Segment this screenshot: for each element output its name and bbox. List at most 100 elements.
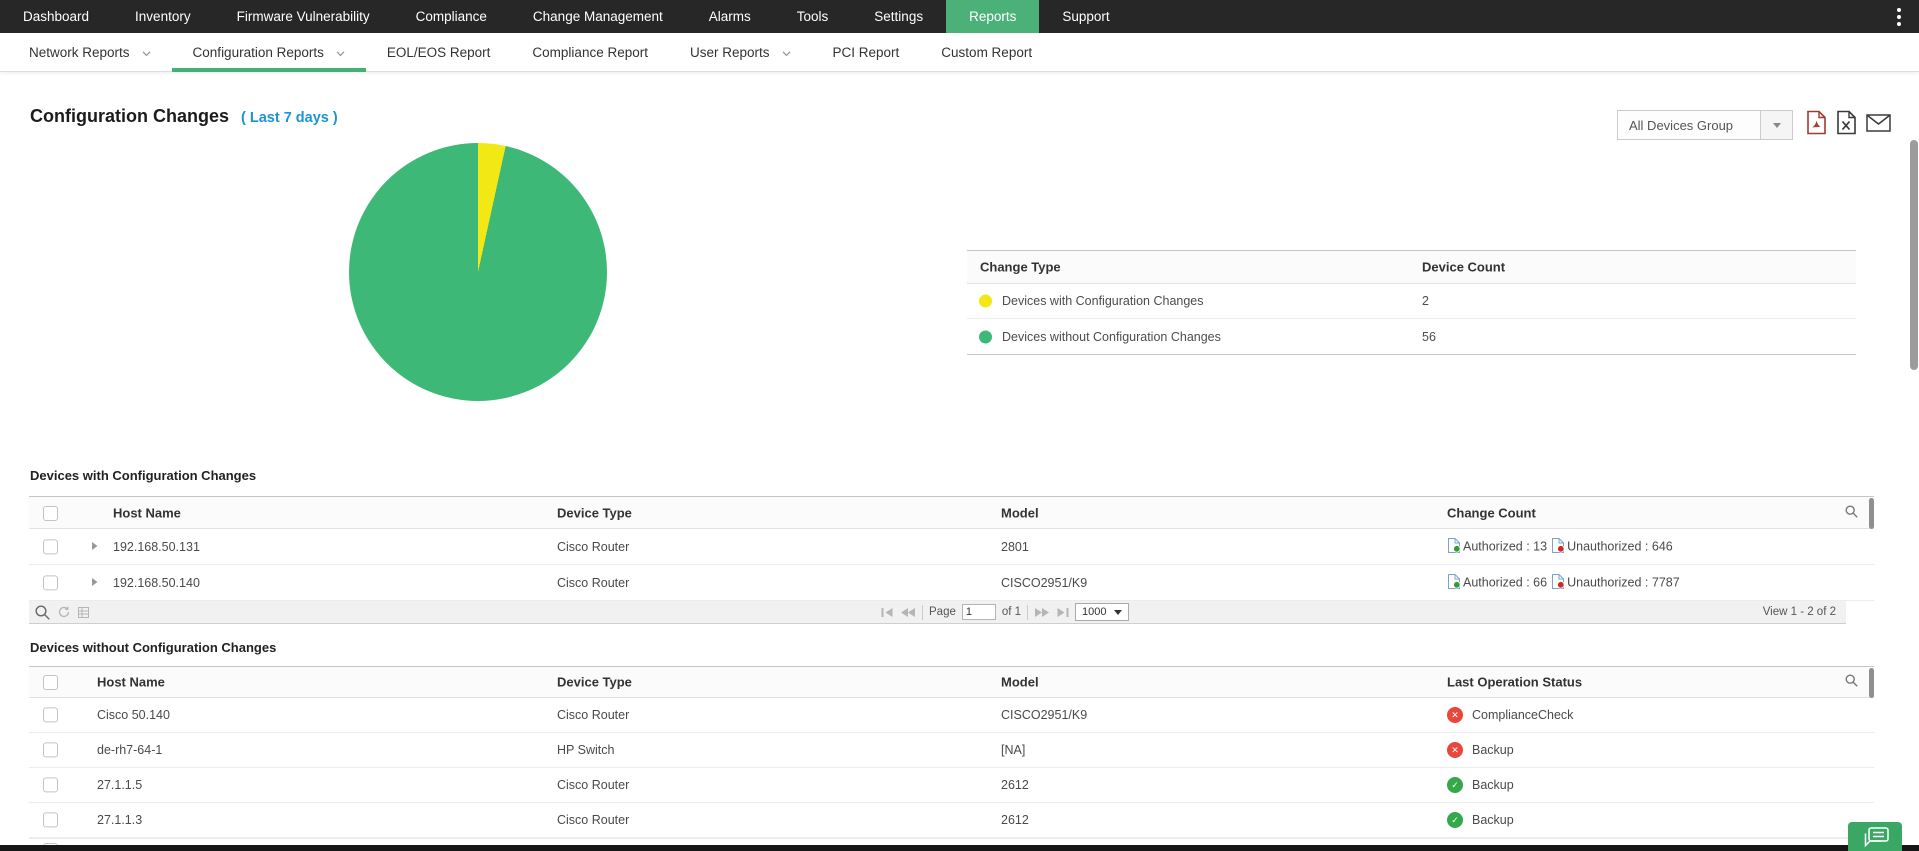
subnav-item-label: User Reports xyxy=(689,44,770,60)
legend-table-header: Change Type Device Count xyxy=(967,251,1856,284)
column-chooser-icon[interactable] xyxy=(78,606,89,618)
column-header-host-name: Host Name xyxy=(97,674,165,690)
pie-chart xyxy=(349,143,607,401)
topnav-item-compliance[interactable]: Compliance xyxy=(393,0,510,33)
topnav-item-change-management[interactable]: Change Management xyxy=(510,0,686,33)
table-scrollbar-thumb[interactable] xyxy=(1869,498,1874,529)
prev-page-icon[interactable] xyxy=(900,607,916,618)
legend-count: 56 xyxy=(1422,329,1436,344)
row-checkbox[interactable] xyxy=(43,812,58,828)
select-all-checkbox[interactable] xyxy=(43,505,58,521)
with-changes-table-header: Host Name Device Type Model Change Count xyxy=(29,496,1874,529)
pdf-export-icon[interactable] xyxy=(1806,110,1827,135)
device-group-dropdown[interactable]: All Devices Group xyxy=(1617,110,1793,140)
export-toolbar xyxy=(1806,110,1891,135)
report-period-link[interactable]: ( Last 7 days ) xyxy=(241,110,338,126)
refresh-icon[interactable] xyxy=(58,606,70,618)
chevron-down-icon xyxy=(770,45,791,60)
status-success-icon: ✓ xyxy=(1447,812,1463,828)
column-header-device-type: Device Type xyxy=(557,505,632,520)
authorized-count: Authorized : 66 xyxy=(1463,575,1548,590)
email-export-icon[interactable] xyxy=(1866,113,1891,132)
topnav-item-settings[interactable]: Settings xyxy=(851,0,946,33)
subnav-item-network-reports[interactable]: Network Reports xyxy=(8,33,172,71)
subnav-item-configuration-reports[interactable]: Configuration Reports xyxy=(171,33,367,72)
expand-row-icon[interactable] xyxy=(91,576,98,590)
chevron-down-icon xyxy=(324,45,345,60)
page-size-value: 1000 xyxy=(1082,606,1107,618)
last-operation-status-cell: ✓ Backup xyxy=(1447,777,1514,793)
column-header-device-type: Device Type xyxy=(557,674,632,690)
status-failure-icon: ✕ xyxy=(1447,707,1463,723)
host-name-cell: 192.168.50.140 xyxy=(113,575,200,590)
excel-export-icon[interactable] xyxy=(1836,110,1857,135)
page-scrollbar-thumb[interactable] xyxy=(1910,140,1918,370)
expand-row-icon[interactable] xyxy=(91,540,98,554)
unauthorized-count: Unauthorized : 646 xyxy=(1567,539,1673,554)
topnav-item-inventory[interactable]: Inventory xyxy=(112,0,214,33)
chevron-down-icon xyxy=(130,45,151,60)
table-row: 27.1.1.5 Cisco Router 2612 ✓ Backup xyxy=(29,768,1874,803)
subnav-item-custom-report[interactable]: Custom Report xyxy=(920,33,1053,71)
page-number-input[interactable] xyxy=(961,604,996,620)
chat-bubbles-icon xyxy=(1864,827,1889,848)
host-name-cell: Cisco 50.140 xyxy=(97,708,170,722)
unauthorized-count: Unauthorized : 7787 xyxy=(1567,575,1680,590)
subnav-item-user-reports[interactable]: User Reports xyxy=(669,33,812,71)
legend-label: Devices with Configuration Changes xyxy=(1002,294,1204,308)
row-checkbox[interactable] xyxy=(43,777,58,793)
topnav-item-reports[interactable]: Reports xyxy=(946,0,1040,33)
next-page-icon[interactable] xyxy=(1034,607,1050,618)
model-cell: 2612 xyxy=(1001,778,1029,792)
page-title: Configuration Changes xyxy=(30,106,229,126)
model-cell: [NA] xyxy=(1001,743,1026,757)
topnav-item-dashboard[interactable]: Dashboard xyxy=(0,0,112,33)
kebab-menu-icon[interactable] xyxy=(1879,0,1919,33)
row-checkbox[interactable] xyxy=(43,707,58,723)
host-name-cell: 27.1.1.3 xyxy=(97,813,143,827)
column-header-device-count: Device Count xyxy=(1422,259,1506,275)
subnav-item-label: Custom Report xyxy=(941,44,1033,60)
status-success-icon: ✓ xyxy=(1447,777,1463,793)
device-group-value: All Devices Group xyxy=(1629,117,1734,133)
chevron-down-icon xyxy=(1760,111,1792,139)
legend-color-dot xyxy=(979,330,992,343)
chat-widget-button[interactable] xyxy=(1848,822,1902,851)
topnav-item-firmware-vulnerability[interactable]: Firmware Vulnerability xyxy=(214,0,393,33)
subnav-item-compliance-report[interactable]: Compliance Report xyxy=(511,33,669,71)
legend-table: Change Type Device Count Devices with Co… xyxy=(967,250,1856,355)
model-cell: 2801 xyxy=(1001,539,1029,554)
topnav-item-tools[interactable]: Tools xyxy=(774,0,852,33)
column-header-change-count: Change Count xyxy=(1447,505,1536,520)
column-header-last-operation-status: Last Operation Status xyxy=(1447,674,1583,690)
row-checkbox[interactable] xyxy=(43,742,58,758)
main-nav: Dashboard Inventory Firmware Vulnerability… xyxy=(0,0,1919,33)
row-checkbox[interactable] xyxy=(43,575,58,591)
last-page-icon[interactable] xyxy=(1056,607,1069,618)
subnav-item-label: Network Reports xyxy=(29,44,130,60)
select-all-checkbox[interactable] xyxy=(43,675,58,691)
status-failure-icon: ✕ xyxy=(1447,742,1463,758)
table-scrollbar-thumb[interactable] xyxy=(1869,668,1874,698)
subnav-item-pci-report[interactable]: PCI Report xyxy=(812,33,921,71)
host-name-cell: 192.168.50.131 xyxy=(113,539,200,554)
page-size-select[interactable]: 1000 xyxy=(1075,603,1129,621)
authorized-change-icon xyxy=(1447,573,1461,592)
row-checkbox[interactable] xyxy=(43,539,58,555)
table-search-icon[interactable] xyxy=(35,604,50,620)
device-type-cell: Cisco Router xyxy=(557,813,630,827)
subnav-item-eol-eos-report[interactable]: EOL/EOS Report xyxy=(366,33,512,71)
search-icon[interactable] xyxy=(1845,674,1858,690)
table-row: de-rh7-64-1 HP Switch [NA] ✕ Backup xyxy=(29,733,1874,768)
without-changes-table-header: Host Name Device Type Model Last Operati… xyxy=(29,666,1874,698)
legend-label: Devices without Configuration Changes xyxy=(1002,329,1221,344)
topnav-item-support[interactable]: Support xyxy=(1039,0,1132,33)
subnav-item-label: EOL/EOS Report xyxy=(386,44,491,60)
status-label: Backup xyxy=(1472,778,1514,792)
first-page-icon[interactable] xyxy=(881,607,894,618)
column-header-model: Model xyxy=(1001,674,1039,690)
bottom-edge-strip xyxy=(0,845,1919,851)
model-cell: 2612 xyxy=(1001,813,1029,827)
search-icon[interactable] xyxy=(1845,504,1858,521)
topnav-item-alarms[interactable]: Alarms xyxy=(686,0,774,33)
